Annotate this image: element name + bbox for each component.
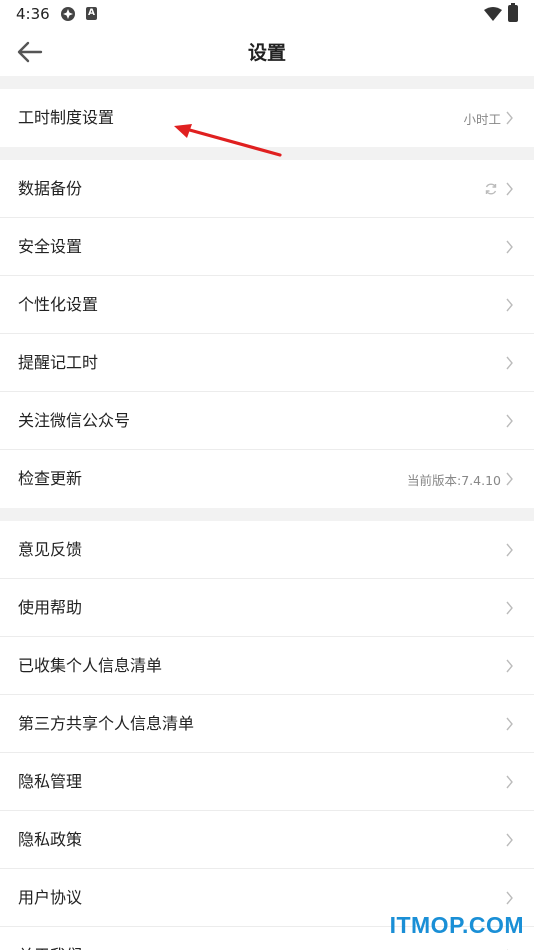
settings-row-check-update[interactable]: 检查更新 当前版本:7.4.10 <box>0 450 534 508</box>
settings-row-work-system[interactable]: 工时制度设置 小时工 <box>0 89 534 147</box>
chevron-right-icon <box>506 240 513 254</box>
row-label: 隐私政策 <box>18 830 83 849</box>
app-notification-icon <box>61 7 75 21</box>
settings-row-privacy-management[interactable]: 隐私管理 <box>0 753 534 811</box>
settings-row-collected-info[interactable]: 已收集个人信息清单 <box>0 637 534 695</box>
sync-icon <box>485 183 497 195</box>
settings-section-general: 数据备份 安全设置 个性化设置 提醒记工时 关注微信公众号 检查更新 当前版本:… <box>0 160 534 508</box>
settings-row-personalization[interactable]: 个性化设置 <box>0 276 534 334</box>
row-label: 数据备份 <box>18 179 83 198</box>
settings-section-work: 工时制度设置 小时工 <box>0 89 534 147</box>
settings-row-privacy-policy[interactable]: 隐私政策 <box>0 811 534 869</box>
battery-icon <box>508 3 518 22</box>
chevron-right-icon <box>506 659 513 673</box>
row-label: 第三方共享个人信息清单 <box>18 714 195 733</box>
wifi-icon <box>484 7 502 21</box>
row-value: 小时工 <box>463 111 501 127</box>
chevron-right-icon <box>506 775 513 789</box>
chevron-right-icon <box>506 717 513 731</box>
settings-row-feedback[interactable]: 意见反馈 <box>0 521 534 579</box>
row-label: 工时制度设置 <box>18 108 115 127</box>
row-label: 已收集个人信息清单 <box>18 656 163 675</box>
settings-row-reminder[interactable]: 提醒记工时 <box>0 334 534 392</box>
chevron-right-icon <box>506 356 513 370</box>
row-label: 关注微信公众号 <box>18 411 131 430</box>
chevron-right-icon <box>506 601 513 615</box>
row-label: 意见反馈 <box>18 540 83 559</box>
row-label: 使用帮助 <box>18 598 83 617</box>
row-label: 安全设置 <box>18 237 83 256</box>
settings-row-wechat-follow[interactable]: 关注微信公众号 <box>0 392 534 450</box>
row-label: 关于我们 <box>18 927 82 950</box>
watermark-logo: ITMOP.COM <box>389 912 524 938</box>
version-value: 当前版本:7.4.10 <box>407 472 501 488</box>
chevron-right-icon <box>506 298 513 312</box>
page-title: 设置 <box>247 42 286 64</box>
chevron-right-icon <box>506 833 513 847</box>
settings-row-shared-info[interactable]: 第三方共享个人信息清单 <box>0 695 534 753</box>
settings-row-data-backup[interactable]: 数据备份 <box>0 160 534 218</box>
status-time: 4:36 <box>16 5 50 23</box>
row-label: 提醒记工时 <box>18 353 99 372</box>
row-label: 隐私管理 <box>18 772 83 791</box>
chevron-right-icon <box>506 414 513 428</box>
settings-row-security[interactable]: 安全设置 <box>0 218 534 276</box>
app-bar: 设置 <box>0 28 534 76</box>
status-bar: 4:36 A <box>0 0 534 28</box>
keyboard-notification-icon: A <box>86 7 97 20</box>
chevron-right-icon <box>506 543 513 557</box>
chevron-right-icon <box>506 891 513 905</box>
chevron-right-icon <box>506 472 513 486</box>
chevron-right-icon <box>506 182 513 196</box>
row-label: 检查更新 <box>18 469 83 488</box>
row-label: 个性化设置 <box>18 295 99 314</box>
row-label: 用户协议 <box>18 888 83 907</box>
chevron-right-icon <box>506 111 513 125</box>
settings-section-about: 意见反馈 使用帮助 已收集个人信息清单 第三方共享个人信息清单 隐私管理 隐私政… <box>0 521 534 950</box>
settings-row-help[interactable]: 使用帮助 <box>0 579 534 637</box>
